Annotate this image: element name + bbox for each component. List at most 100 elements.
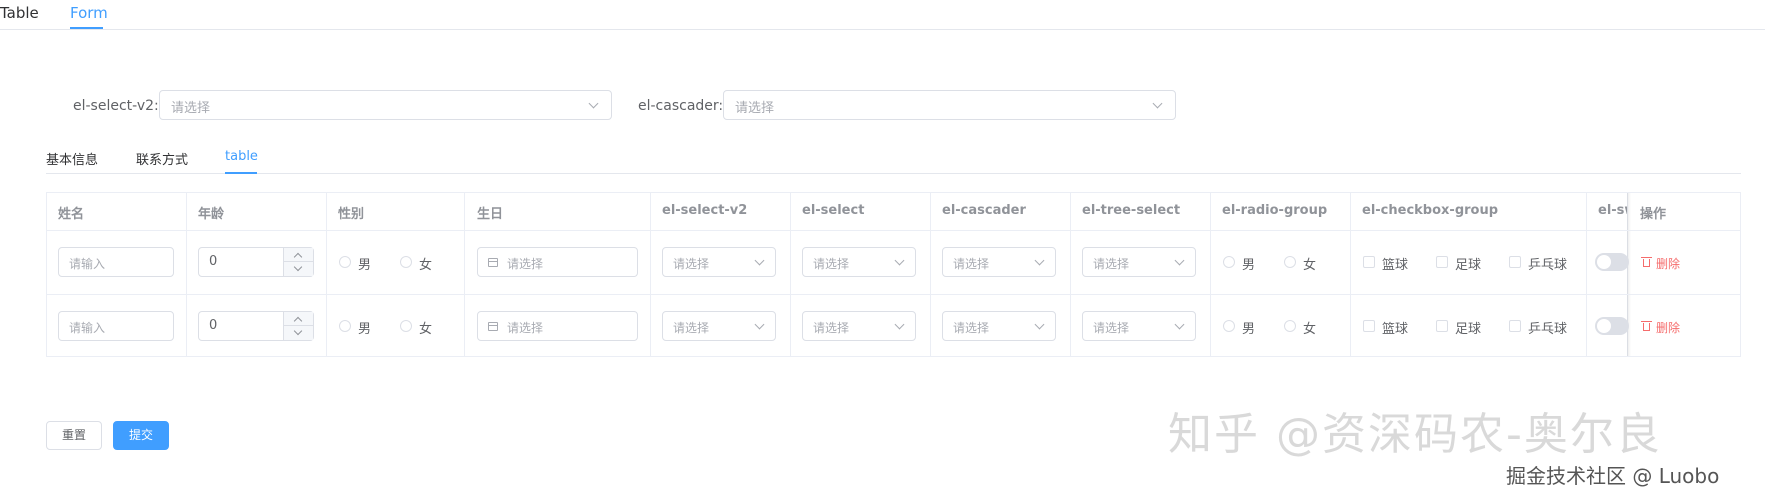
trash-icon[interactable] [1641,321,1652,331]
select-cell[interactable]: 请选择 [802,311,916,341]
cascader-placeholder: 请选择 [735,101,775,116]
submit-button[interactable]: 提交 [113,421,169,450]
select-v2-label: el-select-v2: [73,98,159,114]
birthday-date-picker[interactable]: 请选择 [477,247,638,277]
chevron-down-icon [1174,319,1185,330]
checkbox-label-pingpong[interactable]: 乒乓球 [1528,318,1567,337]
birthday-date-picker[interactable]: 请选择 [477,311,638,341]
radio-group-label-male[interactable]: 男 [1242,254,1255,273]
checkbox-label-football[interactable]: 足球 [1455,318,1481,337]
header-radio-group: el-radio-group [1222,203,1328,218]
cascader-cell[interactable]: 请选择 [942,311,1056,341]
gender-label-male[interactable]: 男 [358,318,371,337]
select-v2-cell[interactable]: 请选择 [662,311,776,341]
gender-radio-male[interactable] [339,256,351,268]
chevron-down-icon [588,98,599,109]
radio-group-female[interactable] [1284,320,1296,332]
tab-table-sub[interactable]: table [225,149,258,164]
checkbox-label-pingpong[interactable]: 乒乓球 [1528,254,1567,273]
checkbox-label-football[interactable]: 足球 [1455,254,1481,273]
select-cell-placeholder: 请选择 [813,321,850,335]
cascader-label: el-cascader: [638,98,724,114]
name-input[interactable]: 请输入 [58,311,174,341]
gender-label-female[interactable]: 女 [419,318,432,337]
birthday-placeholder: 请选择 [507,257,544,271]
name-placeholder: 请输入 [69,321,106,335]
active-subtab-indicator [225,172,257,174]
radio-group-label-male[interactable]: 男 [1242,318,1255,337]
header-birthday: 生日 [477,207,504,222]
radio-group-female[interactable] [1284,256,1296,268]
calendar-icon [488,322,498,331]
header-actions: 操作 [1640,207,1667,222]
checkbox-basketball[interactable] [1363,256,1375,268]
select-cell-placeholder: 请选择 [813,257,850,271]
gender-label-male[interactable]: 男 [358,254,371,273]
editable-table: 姓名 年龄 性别 生日 el-select-v2 el-select el-ca… [46,192,1741,357]
chevron-down-icon[interactable] [293,262,303,272]
tab-contact[interactable]: 联系方式 [136,149,188,168]
stepper-divider [284,325,313,326]
name-input[interactable]: 请输入 [58,247,174,277]
chevron-down-icon [1034,319,1045,330]
chevron-down-icon [894,319,905,330]
radio-group-label-female[interactable]: 女 [1303,254,1316,273]
trash-icon[interactable] [1641,257,1652,267]
juejin-watermark: 掘金技术社区 @ Luobo [1506,464,1720,488]
age-value: 0 [209,318,218,333]
checkbox-football[interactable] [1436,320,1448,332]
header-age: 年龄 [198,207,225,222]
checkbox-pingpong[interactable] [1509,320,1521,332]
tab-form[interactable]: Form [70,4,108,22]
age-number-input[interactable]: 0 [198,247,314,277]
checkbox-label-basketball[interactable]: 篮球 [1382,318,1408,337]
header-name: 姓名 [58,207,85,222]
cascader-cell-placeholder: 请选择 [953,321,990,335]
age-value: 0 [209,254,218,269]
cascader-cell[interactable]: 请选择 [942,247,1056,277]
select-v2-input[interactable]: 请选择 [159,90,612,120]
sub-tabs-divider [46,173,1741,174]
delete-button[interactable]: 删除 [1656,255,1680,272]
age-number-input[interactable]: 0 [198,311,314,341]
toggle-switch[interactable] [1595,253,1629,271]
chevron-down-icon [1152,98,1163,109]
chevron-up-icon[interactable] [293,316,303,326]
delete-button[interactable]: 删除 [1656,319,1680,336]
radio-group-male[interactable] [1223,256,1235,268]
checkbox-basketball[interactable] [1363,320,1375,332]
tree-select-cell[interactable]: 请选择 [1082,311,1196,341]
gender-label-female[interactable]: 女 [419,254,432,273]
tab-table[interactable]: Table [0,4,39,22]
toggle-switch[interactable] [1595,317,1629,335]
chevron-down-icon [754,255,765,266]
select-v2-cell[interactable]: 请选择 [662,247,776,277]
reset-button[interactable]: 重置 [46,421,102,450]
table-header-row: 姓名 年龄 性别 生日 el-select-v2 el-select el-ca… [47,193,1740,231]
gender-radio-male[interactable] [339,320,351,332]
age-stepper[interactable] [283,248,313,276]
select-cell[interactable]: 请选择 [802,247,916,277]
checkbox-label-basketball[interactable]: 篮球 [1382,254,1408,273]
tree-select-cell-placeholder: 请选择 [1093,257,1130,271]
header-select-v2: el-select-v2 [662,203,748,218]
gender-radio-female[interactable] [400,256,412,268]
header-tree-select: el-tree-select [1082,203,1181,218]
radio-group-male[interactable] [1223,320,1235,332]
table-row: 请输入 0 男 女 请选择 请选择 请选择 请选择 请选择 男 女 篮球 足球 … [47,294,1740,356]
header-cascader: el-cascader [942,203,1026,218]
chevron-up-icon[interactable] [293,252,303,262]
birthday-placeholder: 请选择 [507,321,544,335]
checkbox-football[interactable] [1436,256,1448,268]
select-v2-cell-placeholder: 请选择 [673,257,710,271]
gender-radio-female[interactable] [400,320,412,332]
tree-select-cell-placeholder: 请选择 [1093,321,1130,335]
chevron-down-icon[interactable] [293,326,303,336]
age-stepper[interactable] [283,312,313,340]
tree-select-cell[interactable]: 请选择 [1082,247,1196,277]
cascader-input[interactable]: 请选择 [723,90,1176,120]
tab-basic-info[interactable]: 基本信息 [46,149,98,168]
checkbox-pingpong[interactable] [1509,256,1521,268]
radio-group-label-female[interactable]: 女 [1303,318,1316,337]
chevron-down-icon [754,319,765,330]
